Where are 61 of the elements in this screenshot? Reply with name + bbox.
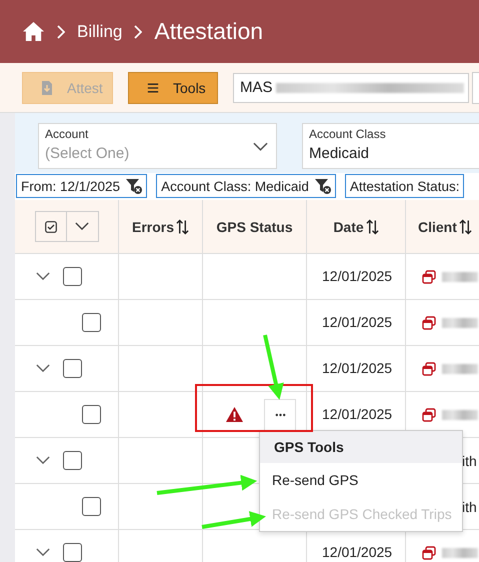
sort-icon[interactable] [176,218,190,234]
sort-icon[interactable] [366,218,379,234]
date-cell-text: 12/01/2025 [321,314,392,330]
filter-chip[interactable]: Attestation Status: [344,174,464,198]
row-checkbox[interactable] [63,267,82,286]
expand-icon[interactable] [36,548,50,557]
ellipsis-icon [274,412,286,416]
filter-chip[interactable]: Account Class: Medicaid [156,174,336,198]
blurred-text [442,318,478,328]
clear-filter-icon[interactable] [126,178,142,194]
chevron-icon [57,24,65,38]
warning-icon [225,406,244,423]
breadcrumb-item: Attestation [154,18,264,45]
row-checkbox[interactable] [82,497,101,516]
checkbox-icon [44,220,56,232]
chevron-icon [75,222,89,231]
windows-icon[interactable] [422,270,436,284]
column-header[interactable]: Date [306,200,406,254]
date-cell-text: 12/01/2025 [321,268,392,284]
expand-icon[interactable] [36,272,50,281]
date-cell-text: 12/01/2025 [321,406,392,422]
menu-title: GPS Tools [260,431,462,463]
menu-icon [147,80,159,94]
row-checkbox[interactable] [63,359,82,378]
client-name: ith [461,452,478,468]
blurred-text [442,364,478,374]
filter-chip[interactable]: From: 12/1/2025 [16,174,148,198]
home-icon[interactable] [22,21,45,42]
row-checkbox[interactable] [63,543,82,562]
row-checkbox[interactable] [82,405,101,424]
search-field[interactable]: MAS [233,72,470,102]
windows-icon[interactable] [422,408,436,422]
windows-icon[interactable] [422,316,436,330]
windows-icon[interactable] [422,546,436,560]
sort-icon[interactable] [458,218,472,234]
account-class-field[interactable]: Account Class Medicaid [302,123,479,169]
clear-filter-icon[interactable] [314,178,331,194]
blurred-text [442,272,478,282]
date-cell-text: 12/01/2025 [321,544,392,560]
chevron-icon [134,24,142,38]
account-select[interactable]: Account (Select One) [38,123,277,169]
row-checkbox[interactable] [63,451,82,470]
menu-item[interactable]: Re-send GPS [260,463,462,497]
chevron-icon [253,142,268,152]
breadcrumb-item[interactable]: Billing [77,22,122,42]
row-checkbox[interactable] [82,313,101,332]
expand-icon[interactable] [36,456,50,465]
expand-all-button[interactable] [66,211,98,242]
blurred-text [442,548,478,558]
document-icon [41,80,53,94]
tools-button[interactable]: Tools [128,72,218,104]
windows-icon[interactable] [422,362,436,376]
column-header[interactable]: Client [406,200,479,254]
column-header[interactable]: Errors [118,200,202,254]
column-header: GPS Status [202,200,306,254]
date-cell-text: 12/01/2025 [321,360,392,376]
blurred-text [442,410,478,420]
more-options-button[interactable] [264,398,296,430]
input-field[interactable] [472,72,479,104]
select-all-button[interactable] [34,211,66,242]
expand-icon[interactable] [36,364,50,373]
